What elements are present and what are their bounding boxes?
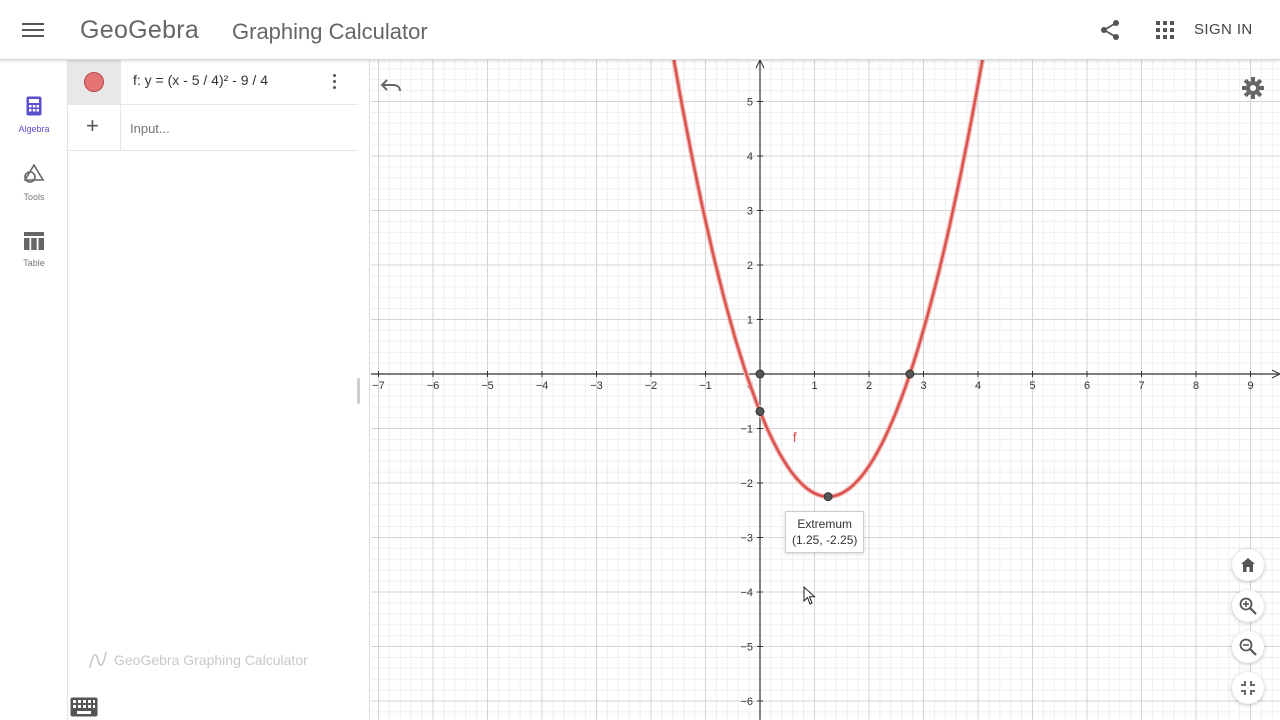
x-tick-label: 9 [1247, 380, 1253, 392]
hamburger-menu-icon[interactable] [22, 20, 44, 40]
add-item-cell: + [68, 105, 121, 151]
y-tick-label: −3 [740, 533, 753, 545]
rail-item-table[interactable]: Table [0, 232, 68, 268]
algebra-input[interactable] [130, 117, 350, 139]
function-f-curve [672, 60, 984, 498]
fullscreen-exit-icon [1241, 681, 1255, 695]
extremum-tooltip: Extremum (1.25, -2.25) [785, 511, 865, 553]
undo-icon[interactable] [379, 76, 403, 96]
y-tick-label: −6 [740, 696, 753, 708]
rail-label-algebra: Algebra [18, 124, 50, 134]
home-button[interactable] [1232, 549, 1264, 581]
app-title: Graphing Calculator [232, 19, 428, 44]
graph-canvas[interactable]: −7 −6 −5 −4 −3 −2 −1 0 1 2 3 4 5 6 7 8 954321−1−2−3−4−5−… [371, 60, 1280, 720]
tooltip-title: Extremum [797, 517, 853, 531]
zoom-in-icon [1239, 597, 1257, 615]
graph-logo-icon [89, 651, 107, 669]
x-tick-label: 7 [1138, 380, 1144, 392]
more-options-icon[interactable] [328, 72, 340, 94]
special-point [755, 369, 765, 379]
apps-grid-icon[interactable] [1156, 21, 1174, 39]
x-tick-label: −3 [590, 380, 603, 392]
top-header: GeoGebra Graphing Calculator SIGN IN [0, 0, 1280, 60]
geogebra-logo: GeoGebra [80, 16, 200, 44]
graphics-view[interactable]: −7 −6 −5 −4 −3 −2 −1 0 1 2 3 4 5 6 7 8 9 5 4 3 2 1 −1 −2 −3 −4 −5−… [371, 60, 1280, 720]
marble-cell [68, 60, 121, 105]
calculator-icon [26, 96, 42, 116]
watermark-text: GeoGebra Graphing Calculator [114, 652, 308, 668]
rail-item-tools[interactable]: Tools [0, 163, 68, 202]
algebra-view: f: y = (x - 5 / 4)² - 9 / 4 + GeoGebra G… [68, 60, 370, 720]
x-tick-label: 5 [1029, 380, 1035, 392]
mouse-pointer-icon [803, 586, 816, 605]
app-watermark: GeoGebra Graphing Calculator [88, 650, 308, 670]
zoom-out-icon [1239, 638, 1257, 656]
left-navigation-rail: Algebra Tools Table [0, 60, 68, 720]
algebra-input-row: + [68, 105, 358, 151]
y-tick-label: 1 [747, 315, 753, 327]
y-tick-label: 3 [747, 206, 753, 218]
y-tick-label: −4 [740, 587, 753, 599]
fullscreen-exit-button[interactable] [1232, 672, 1264, 704]
x-tick-label: −5 [481, 380, 494, 392]
function-label: f [793, 429, 797, 445]
x-tick-label: 6 [1084, 380, 1090, 392]
rail-label-table: Table [23, 258, 45, 268]
x-tick-label: 3 [920, 380, 926, 392]
y-tick-label: −5 [740, 642, 753, 654]
x-tick-label: −1 [699, 380, 712, 392]
x-tick-label: 8 [1193, 380, 1199, 392]
y-tick-label: 5 [747, 97, 753, 109]
x-tick-label: 1 [811, 380, 817, 392]
x-tick-label: 4 [975, 380, 981, 392]
y-tick-label: 2 [747, 260, 753, 272]
add-icon[interactable]: + [86, 113, 99, 139]
tooltip-coords: (1.25, -2.25) [792, 533, 858, 547]
function-f-halo [671, 60, 985, 500]
x-tick-label: −6 [427, 380, 440, 392]
table-icon [24, 232, 44, 250]
special-point [823, 492, 833, 502]
sign-in-button[interactable]: SIGN IN [1194, 21, 1253, 38]
share-icon[interactable] [1098, 18, 1122, 42]
y-tick-label: −2 [740, 478, 753, 490]
x-tick-label: −2 [645, 380, 658, 392]
keyboard-icon[interactable] [70, 697, 98, 717]
shapes-icon [23, 163, 45, 183]
rail-item-algebra[interactable]: Algebra [0, 96, 68, 134]
x-tick-label: 2 [866, 380, 872, 392]
zoom-out-button[interactable] [1232, 631, 1264, 663]
function-definition[interactable]: f: y = (x - 5 / 4)² - 9 / 4 [133, 72, 268, 88]
rail-label-tools: Tools [23, 192, 45, 202]
panel-resize-handle[interactable] [357, 378, 360, 404]
special-point [755, 406, 765, 416]
zoom-in-button[interactable] [1232, 590, 1264, 622]
settings-gear-icon[interactable] [1241, 76, 1265, 100]
y-tick-label: 4 [747, 151, 753, 163]
home-icon [1241, 558, 1255, 572]
x-tick-label: −4 [536, 380, 549, 392]
visibility-toggle[interactable] [84, 72, 104, 92]
y-tick-label: −1 [740, 424, 753, 436]
algebra-item-f[interactable]: f: y = (x - 5 / 4)² - 9 / 4 [68, 60, 358, 105]
x-tick-label: −7 [372, 380, 385, 392]
special-point [905, 369, 915, 379]
